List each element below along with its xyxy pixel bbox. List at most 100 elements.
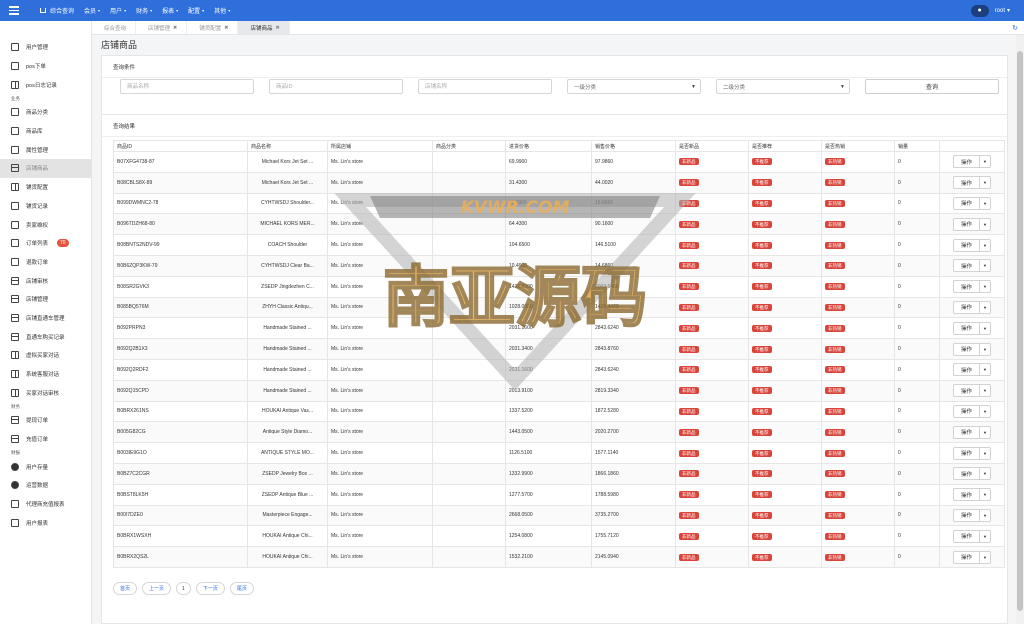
action-button[interactable]: 操作 [952, 404, 980, 418]
sidebar-item[interactable]: 店铺审核 [0, 271, 91, 290]
action-button[interactable]: 操作 [952, 550, 980, 564]
sidebar-item[interactable]: 买家对话审核 [0, 383, 91, 402]
chevron-down-icon[interactable]: ▼ [980, 300, 991, 314]
action-button[interactable]: 操作 [952, 238, 980, 252]
results-table: 商品ID 商品名称 所属店铺 商品分类 进货价格 销售价格 是否新品 是否推荐 是否热销 销量 B… [113, 140, 1005, 568]
sidebar-item[interactable]: pos下单 [0, 57, 91, 76]
top-nav-item[interactable]: 综合查询 [40, 6, 74, 15]
category-level2-select[interactable]: 二级分类 ▼ [716, 79, 850, 94]
sidebar-item[interactable]: 订单列表 70 [0, 234, 91, 253]
chevron-down-icon[interactable]: ▼ [980, 196, 991, 210]
sidebar-item[interactable]: 店铺商品 [0, 159, 91, 178]
chevron-down-icon[interactable]: ▼ [980, 508, 991, 522]
chevron-down-icon[interactable]: ▼ [980, 342, 991, 356]
product-name-input[interactable] [120, 79, 254, 94]
action-cell: 操作 ▼ [939, 379, 1005, 402]
action-button[interactable]: 操作 [952, 300, 980, 314]
sidebar-item[interactable]: 代理商充值报表 [0, 495, 91, 514]
product-name-cell: ZHYH Classic Antiqu... [247, 296, 328, 319]
store-name-input[interactable] [418, 79, 552, 94]
scrollbar-thumb[interactable] [1017, 51, 1023, 611]
sidebar-item[interactable]: 卖家维权 [0, 215, 91, 234]
sidebar-item[interactable]: 退款订单 [0, 253, 91, 272]
action-button[interactable]: 操作 [952, 280, 980, 294]
sidebar-item[interactable]: 铺货记录 [0, 197, 91, 216]
first-page-button[interactable]: 首页 [113, 582, 138, 595]
chat-icon[interactable]: ● [970, 4, 989, 17]
action-button[interactable]: 操作 [952, 446, 980, 460]
top-nav-item[interactable]: 其他 ▾ [214, 6, 230, 15]
chevron-down-icon[interactable]: ▼ [980, 176, 991, 190]
next-page-button[interactable]: 下一页 [195, 582, 225, 595]
chevron-down-icon[interactable]: ▼ [980, 425, 991, 439]
chevron-down-icon[interactable]: ▼ [980, 550, 991, 564]
close-icon[interactable]: ✖ [224, 25, 228, 31]
sidebar-item[interactable]: 铺货配置 [0, 178, 91, 197]
prev-page-button[interactable]: 上一页 [142, 582, 172, 595]
sidebar-item[interactable]: 运营数据 [0, 476, 91, 495]
sidebar-item[interactable]: 充值订单 [0, 430, 91, 449]
chevron-down-icon[interactable]: ▼ [980, 363, 991, 377]
sidebar-item[interactable]: 用户管理 [0, 38, 91, 57]
action-button[interactable]: 操作 [952, 363, 980, 377]
sidebar-item[interactable]: 用户存量 [0, 457, 91, 476]
action-button[interactable]: 操作 [952, 321, 980, 335]
sidebar-item[interactable]: 店铺管理 [0, 290, 91, 309]
sidebar-item[interactable]: 系统客服对话 [0, 365, 91, 384]
action-button[interactable]: 操作 [952, 384, 980, 398]
chevron-down-icon[interactable]: ▼ [980, 321, 991, 335]
action-button[interactable]: 操作 [952, 259, 980, 273]
query-button[interactable]: 查询 [865, 79, 999, 94]
chevron-down-icon[interactable]: ▼ [980, 280, 991, 294]
page-number[interactable]: 1 [176, 582, 191, 595]
sidebar-item[interactable]: 商品分类 [0, 103, 91, 122]
action-button[interactable]: 操作 [952, 529, 980, 543]
close-icon[interactable]: ✖ [275, 25, 279, 31]
sidebar-item[interactable]: 商品库 [0, 122, 91, 141]
chevron-down-icon[interactable]: ▼ [980, 404, 991, 418]
sidebar-item[interactable]: 提现订单 [0, 411, 91, 430]
tab-item[interactable]: 店铺管理 ✖ [136, 21, 188, 34]
chevron-down-icon[interactable]: ▼ [980, 217, 991, 231]
category-level1-select[interactable]: 一级分类 ▼ [567, 79, 701, 94]
refresh-icon[interactable]: ↻ [1012, 21, 1018, 34]
sidebar-item[interactable]: 直通车购买记录 [0, 327, 91, 346]
top-nav-item[interactable]: 用户 ▾ [110, 6, 126, 15]
action-button[interactable]: 操作 [952, 508, 980, 522]
close-icon[interactable]: ✖ [173, 25, 177, 31]
chevron-down-icon[interactable]: ▼ [980, 238, 991, 252]
chevron-down-icon[interactable]: ▼ [980, 446, 991, 460]
column-header: 销量 [894, 140, 940, 152]
action-button[interactable]: 操作 [952, 425, 980, 439]
sidebar-item[interactable]: 用户报表 [0, 514, 91, 533]
sidebar-item[interactable]: pos日志记录 [0, 75, 91, 94]
chevron-down-icon[interactable]: ▼ [980, 467, 991, 481]
chevron-down-icon[interactable]: ▼ [980, 529, 991, 543]
tab-item[interactable]: 店铺商品 ✖ [238, 21, 290, 34]
chevron-down-icon[interactable]: ▼ [980, 155, 991, 169]
chevron-down-icon[interactable]: ▼ [980, 259, 991, 273]
action-button[interactable]: 操作 [952, 467, 980, 481]
action-button[interactable]: 操作 [952, 176, 980, 190]
chevron-down-icon[interactable]: ▼ [980, 488, 991, 502]
top-nav-item[interactable]: 会员 ▾ [84, 6, 100, 15]
sidebar-item[interactable]: 虚拟买家对话 [0, 346, 91, 365]
action-button[interactable]: 操作 [952, 196, 980, 210]
top-nav-item[interactable]: 财务 ▾ [136, 6, 152, 15]
tab-item[interactable]: 铺货配置 ✖ [187, 21, 239, 34]
user-menu[interactable]: root ▾ [995, 7, 1010, 15]
sidebar-item[interactable]: 店铺直通车管理 [0, 309, 91, 328]
action-button[interactable]: 操作 [952, 217, 980, 231]
tab-item[interactable]: 综合查询 [92, 21, 137, 34]
top-nav-item[interactable]: 报表 ▾ [162, 6, 178, 15]
top-nav-item[interactable]: 配置 ▾ [188, 6, 204, 15]
vertical-scrollbar[interactable] [1016, 35, 1024, 624]
last-page-button[interactable]: 尾页 [229, 582, 254, 595]
chevron-down-icon[interactable]: ▼ [980, 384, 991, 398]
action-button[interactable]: 操作 [952, 155, 980, 169]
product-id-input[interactable] [269, 79, 403, 94]
action-button[interactable]: 操作 [952, 488, 980, 502]
action-button[interactable]: 操作 [952, 342, 980, 356]
menu-toggle-icon[interactable] [4, 0, 24, 21]
sidebar-item[interactable]: 属性管理 [0, 140, 91, 159]
